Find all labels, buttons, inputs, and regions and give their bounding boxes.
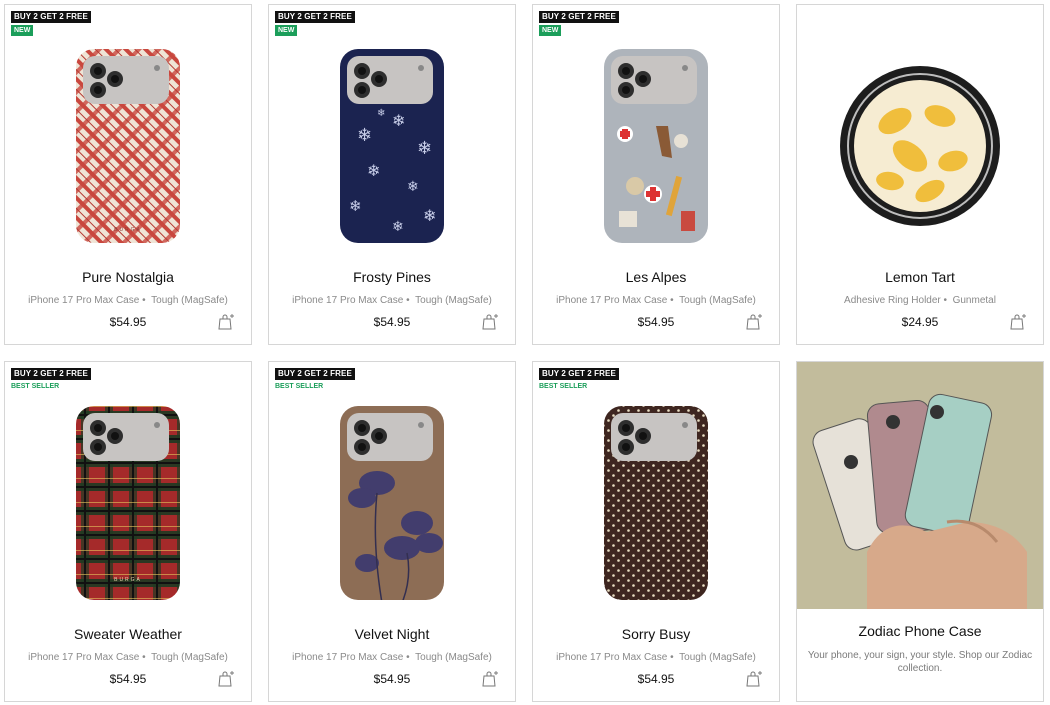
product-price: $24.95	[901, 315, 939, 329]
product-price: $54.95	[637, 672, 675, 686]
product-card-frosty-pines[interactable]: BUY 2 GET 2 FREE NEW ❄ ❄ ❄ ❄ ❄ ❄ ❄ ❄ ❄ Frosty …	[268, 4, 516, 345]
product-device: Adhesive Ring Holder	[844, 295, 941, 306]
ring-holder-image	[840, 66, 1000, 226]
product-meta: iPhone 17 Pro Max Case • Tough (MagSafe)	[556, 652, 756, 663]
product-image[interactable]: BURGA	[5, 41, 251, 251]
best-seller-badge: BEST SELLER	[275, 383, 324, 390]
product-title[interactable]: Sorry Busy	[533, 626, 779, 642]
hands-holding-cases-image	[797, 362, 1043, 609]
promo-badge: BUY 2 GET 2 FREE	[539, 11, 619, 23]
product-card-sweater-weather[interactable]: BUY 2 GET 2 FREE BEST SELLER BURGA Sweat…	[4, 361, 252, 702]
product-price: $54.95	[109, 315, 147, 329]
product-variant: Tough (MagSafe)	[151, 652, 228, 663]
product-device: iPhone 17 Pro Max Case	[556, 295, 668, 306]
product-meta: iPhone 17 Pro Max Case • Tough (MagSafe)	[556, 295, 756, 306]
product-card-les-alpes[interactable]: BUY 2 GET 2 FREE NEW Les Alpes iPhone 17…	[532, 4, 780, 345]
svg-text:❄: ❄	[423, 208, 436, 225]
product-image[interactable]	[797, 41, 1043, 251]
case-brand-mark: BURGA	[114, 227, 142, 233]
add-to-bag-icon[interactable]	[481, 670, 499, 688]
svg-text:❄: ❄	[392, 113, 405, 130]
product-image[interactable]: ❄ ❄ ❄ ❄ ❄ ❄ ❄ ❄ ❄	[269, 41, 515, 251]
add-to-bag-icon[interactable]	[481, 313, 499, 331]
product-price: $54.95	[637, 315, 675, 329]
add-to-bag-icon[interactable]	[745, 670, 763, 688]
svg-text:❄: ❄	[349, 198, 362, 215]
product-variant: Tough (MagSafe)	[679, 295, 756, 306]
product-meta: iPhone 17 Pro Max Case • Tough (MagSafe)	[292, 652, 492, 663]
new-badge: NEW	[539, 25, 562, 36]
product-title[interactable]: Lemon Tart	[797, 269, 1043, 285]
phone-case-image	[340, 406, 444, 600]
promo-badge: BUY 2 GET 2 FREE	[11, 11, 91, 23]
product-variant: Tough (MagSafe)	[415, 652, 492, 663]
zodiac-collection-image[interactable]	[797, 362, 1043, 609]
case-brand-mark: BURGA	[114, 577, 142, 583]
product-device: iPhone 17 Pro Max Case	[556, 652, 668, 663]
add-to-bag-icon[interactable]	[1009, 313, 1027, 331]
product-variant: Gunmetal	[952, 295, 996, 306]
new-badge: NEW	[275, 25, 298, 36]
product-device: iPhone 17 Pro Max Case	[292, 652, 404, 663]
product-meta: iPhone 17 Pro Max Case • Tough (MagSafe)	[28, 652, 228, 663]
product-variant: Tough (MagSafe)	[151, 295, 228, 306]
phone-case-image: ❄❄❄ ❄❄❄ ❄❄❄	[340, 49, 444, 243]
product-device: iPhone 17 Pro Max Case	[28, 295, 140, 306]
product-title[interactable]: Velvet Night	[269, 626, 515, 642]
phone-case-image	[604, 406, 708, 600]
product-price: $54.95	[373, 315, 411, 329]
product-image[interactable]	[533, 41, 779, 251]
product-meta: iPhone 17 Pro Max Case • Tough (MagSafe)	[292, 295, 492, 306]
phone-case-image: BURGA	[76, 49, 180, 243]
product-card-lemon-tart[interactable]: Lemon Tart Adhesive Ring Holder • Gunmet…	[796, 4, 1044, 345]
promo-badge: BUY 2 GET 2 FREE	[539, 368, 619, 380]
svg-text:❄: ❄	[377, 108, 385, 119]
add-to-bag-icon[interactable]	[217, 313, 235, 331]
product-card-pure-nostalgia[interactable]: BUY 2 GET 2 FREE NEW BURGA Pure Nostalgi…	[4, 4, 252, 345]
product-title[interactable]: Les Alpes	[533, 269, 779, 285]
promo-badge: BUY 2 GET 2 FREE	[275, 368, 355, 380]
product-image[interactable]: BURGA	[5, 398, 251, 608]
collection-card-zodiac[interactable]: Zodiac Phone Case Your phone, your sign,…	[796, 361, 1044, 702]
product-variant: Tough (MagSafe)	[415, 295, 492, 306]
product-title[interactable]: Sweater Weather	[5, 626, 251, 642]
product-title[interactable]: Pure Nostalgia	[5, 269, 251, 285]
collection-title[interactable]: Zodiac Phone Case	[797, 623, 1043, 639]
svg-text:❄: ❄	[357, 125, 372, 145]
product-variant: Tough (MagSafe)	[679, 652, 756, 663]
product-meta: iPhone 17 Pro Max Case • Tough (MagSafe)	[28, 295, 228, 306]
product-device: iPhone 17 Pro Max Case	[292, 295, 404, 306]
svg-text:❄: ❄	[367, 163, 380, 180]
best-seller-badge: BEST SELLER	[539, 383, 588, 390]
svg-text:❄: ❄	[392, 218, 404, 234]
product-card-velvet-night[interactable]: BUY 2 GET 2 FREE BEST SELLER Velvet Nigh…	[268, 361, 516, 702]
product-card-sorry-busy[interactable]: BUY 2 GET 2 FREE BEST SELLER Sorry Busy	[532, 361, 780, 702]
add-to-bag-icon[interactable]	[217, 670, 235, 688]
product-image[interactable]	[269, 398, 515, 608]
product-device: iPhone 17 Pro Max Case	[28, 652, 140, 663]
phone-case-image: BURGA	[76, 406, 180, 600]
best-seller-badge: BEST SELLER	[11, 383, 60, 390]
svg-text:❄: ❄	[407, 178, 419, 194]
product-meta: Adhesive Ring Holder • Gunmetal	[844, 295, 996, 306]
add-to-bag-icon[interactable]	[745, 313, 763, 331]
promo-badge: BUY 2 GET 2 FREE	[11, 368, 91, 380]
promo-badge: BUY 2 GET 2 FREE	[275, 11, 355, 23]
product-price: $54.95	[109, 672, 147, 686]
new-badge: NEW	[11, 25, 34, 36]
phone-case-image	[604, 49, 708, 243]
product-title[interactable]: Frosty Pines	[269, 269, 515, 285]
svg-text:❄: ❄	[417, 138, 432, 158]
collection-description: Your phone, your sign, your style. Shop …	[807, 650, 1033, 674]
product-price: $54.95	[373, 672, 411, 686]
product-image[interactable]	[533, 398, 779, 608]
